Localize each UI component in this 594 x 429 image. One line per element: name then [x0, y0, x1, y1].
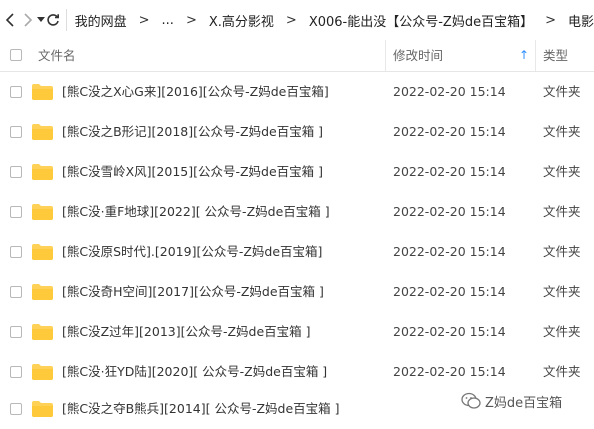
- folder-icon: [32, 204, 53, 220]
- file-name[interactable]: [熊C没之B形记][2018][公众号-Z妈de百宝箱 ]: [62, 112, 323, 152]
- row-checkbox[interactable]: [10, 86, 22, 98]
- file-type: 文件夹: [543, 244, 581, 259]
- watermark-text: Z妈de百宝箱: [485, 395, 563, 411]
- row-checkbox[interactable]: [10, 246, 22, 258]
- chevron-left-icon: [6, 13, 14, 27]
- file-modified: 2022-02-20 15:14: [393, 84, 506, 99]
- column-header: 文件名 修改时间 ↑ 类型: [0, 40, 594, 72]
- file-name[interactable]: [熊C没奇H空间][2017][公众号-Z妈de百宝箱 ]: [62, 272, 324, 312]
- row-checkbox[interactable]: [10, 126, 22, 138]
- file-type: 文件夹: [543, 364, 581, 379]
- file-name[interactable]: [熊C没雪岭X风][2015][公众号-Z妈de百宝箱 ]: [62, 152, 323, 192]
- forward-button[interactable]: [20, 0, 36, 40]
- column-name-header[interactable]: 文件名: [38, 40, 76, 71]
- file-name[interactable]: [熊C没之X心G来][2016][公众号-Z妈de百宝箱]: [62, 72, 329, 112]
- row-checkbox[interactable]: [10, 326, 22, 338]
- file-type: 文件夹: [543, 124, 581, 139]
- folder-icon: [32, 364, 53, 380]
- file-modified: 2022-02-20 15:14: [393, 164, 506, 179]
- file-row[interactable]: [熊C没雪岭X风][2015][公众号-Z妈de百宝箱 ] 2022-02-20…: [0, 152, 594, 192]
- file-name[interactable]: [熊C没·重F地球][2022][ 公众号-Z妈de百宝箱 ]: [62, 192, 330, 232]
- column-modified-header[interactable]: 修改时间: [393, 40, 443, 71]
- refresh-button[interactable]: [46, 0, 60, 40]
- breadcrumb-folder[interactable]: X.高分影视: [209, 11, 274, 30]
- folder-icon: [32, 164, 53, 180]
- file-type: 文件夹: [543, 84, 581, 99]
- file-row[interactable]: [熊C没之B形记][2018][公众号-Z妈de百宝箱 ] 2022-02-20…: [0, 112, 594, 152]
- folder-icon: [32, 124, 53, 140]
- caret-down-icon: [36, 17, 45, 22]
- file-name[interactable]: [熊C没·狂YD陆][2020][ 公众号-Z妈de百宝箱 ]: [62, 352, 327, 392]
- folder-icon: [32, 244, 53, 260]
- breadcrumb-separator: >: [545, 12, 556, 28]
- file-type: 文件夹: [543, 324, 581, 339]
- select-all-checkbox[interactable]: [10, 49, 22, 61]
- toolbar: 我的网盘 > ... > X.高分影视 > X006-能出没【公众号-Z妈de百…: [0, 0, 594, 40]
- file-modified: 2022-02-20 15:14: [393, 364, 506, 379]
- file-name[interactable]: [熊C没原S时代].[2019][公众号-Z妈de百宝箱]: [62, 232, 322, 272]
- back-button[interactable]: [0, 0, 20, 40]
- file-row[interactable]: [熊C没·重F地球][2022][ 公众号-Z妈de百宝箱 ] 2022-02-…: [0, 192, 594, 232]
- chevron-right-icon: [24, 13, 33, 27]
- folder-icon: [32, 284, 53, 300]
- breadcrumb-ellipsis[interactable]: ...: [162, 13, 174, 28]
- file-modified: 2022-02-20 15:14: [393, 124, 506, 139]
- file-type: 文件夹: [543, 284, 581, 299]
- folder-icon: [32, 84, 53, 100]
- wechat-icon: [461, 392, 481, 409]
- file-modified: 2022-02-20 15:14: [393, 244, 506, 259]
- row-checkbox[interactable]: [10, 366, 22, 378]
- file-modified: 2022-02-20 15:14: [393, 324, 506, 339]
- file-type: 文件夹: [543, 204, 581, 219]
- folder-icon: [32, 324, 53, 340]
- file-modified: 2022-02-20 15:14: [393, 204, 506, 219]
- file-row[interactable]: [熊C没Z过年][2013][公众号-Z妈de百宝箱 ] 2022-02-20 …: [0, 312, 594, 352]
- file-row[interactable]: [熊C没之X心G来][2016][公众号-Z妈de百宝箱] 2022-02-20…: [0, 72, 594, 112]
- file-row[interactable]: [熊C没奇H空间][2017][公众号-Z妈de百宝箱 ] 2022-02-20…: [0, 272, 594, 312]
- row-checkbox[interactable]: [10, 286, 22, 298]
- breadcrumb-separator: >: [185, 12, 197, 28]
- breadcrumb-root[interactable]: 我的网盘: [75, 11, 127, 30]
- sort-ascending-icon[interactable]: ↑: [519, 40, 529, 71]
- row-checkbox[interactable]: [10, 403, 22, 415]
- column-divider[interactable]: [535, 40, 536, 71]
- column-divider[interactable]: [385, 40, 386, 71]
- breadcrumb-folder[interactable]: X006-能出没【公众号-Z妈de百宝箱】: [309, 11, 533, 30]
- watermark: Z妈de百宝箱: [461, 390, 562, 412]
- refresh-icon: [47, 14, 59, 26]
- row-checkbox[interactable]: [10, 166, 22, 178]
- file-modified: 2022-02-20 15:14: [393, 284, 506, 299]
- history-dropdown-button[interactable]: [36, 0, 46, 40]
- toolbar-divider: [66, 9, 67, 31]
- file-type: 文件夹: [543, 164, 581, 179]
- file-name[interactable]: [熊C没之夺B熊兵][2014][ 公众号-Z妈de百宝箱 ]: [62, 389, 340, 429]
- breadcrumb-separator: >: [138, 12, 150, 28]
- row-checkbox[interactable]: [10, 206, 22, 218]
- file-row[interactable]: [熊C没·狂YD陆][2020][ 公众号-Z妈de百宝箱 ] 2022-02-…: [0, 352, 594, 392]
- folder-icon: [32, 401, 53, 417]
- column-type-header[interactable]: 类型: [543, 40, 568, 71]
- breadcrumb-current[interactable]: 电影: [568, 11, 594, 30]
- breadcrumb-separator: >: [285, 12, 297, 28]
- file-name[interactable]: [熊C没Z过年][2013][公众号-Z妈de百宝箱 ]: [62, 312, 311, 352]
- file-row[interactable]: [熊C没原S时代].[2019][公众号-Z妈de百宝箱] 2022-02-20…: [0, 232, 594, 272]
